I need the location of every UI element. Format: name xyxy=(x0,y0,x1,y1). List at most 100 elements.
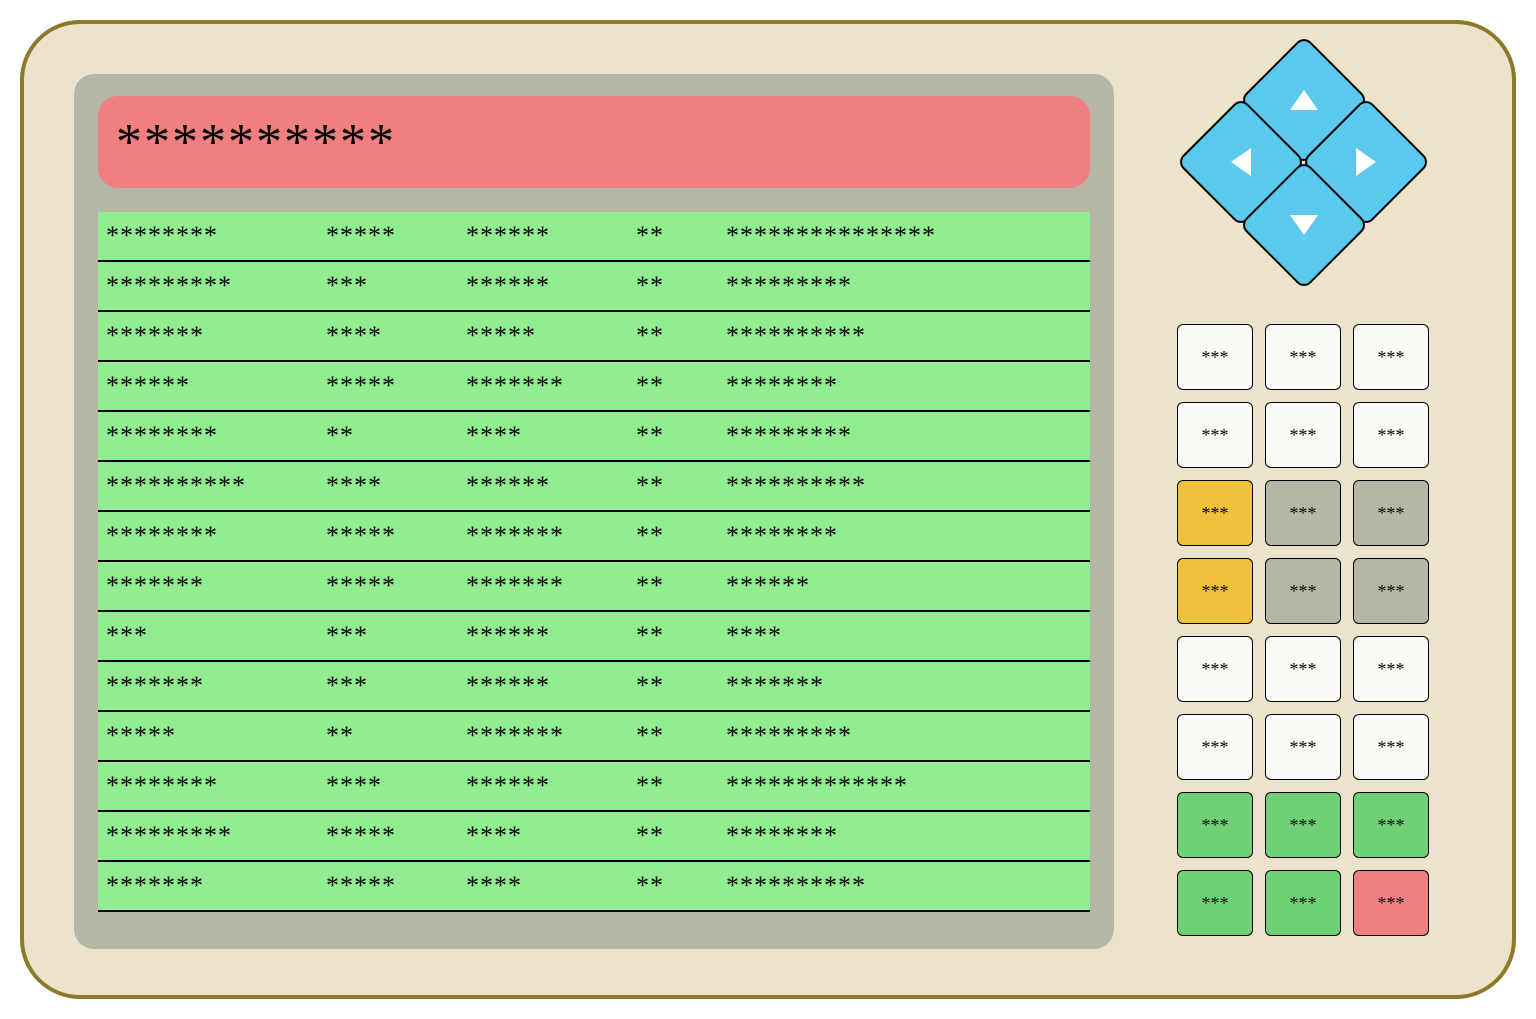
keypad-button[interactable]: *** xyxy=(1353,324,1429,390)
table-cell: **** xyxy=(718,621,1090,651)
keypad-button[interactable]: *** xyxy=(1353,558,1429,624)
table-cell: **** xyxy=(318,321,458,351)
table-cell: ********* xyxy=(98,821,318,851)
keypad-button[interactable]: *** xyxy=(1353,402,1429,468)
table-cell: ** xyxy=(628,821,718,851)
screen: ********** *****************************… xyxy=(74,74,1114,949)
table-cell: ***** xyxy=(318,871,458,901)
keypad-button[interactable]: *** xyxy=(1177,402,1253,468)
table-cell: ** xyxy=(628,571,718,601)
table-cell: ******** xyxy=(98,221,318,251)
side-panel: ****************************************… xyxy=(1144,74,1462,945)
table-cell: **** xyxy=(458,871,628,901)
table-row[interactable]: **************************** xyxy=(98,312,1090,362)
table-cell: ** xyxy=(628,321,718,351)
table-cell: ******* xyxy=(98,871,318,901)
keypad-button[interactable]: *** xyxy=(1265,324,1341,390)
table-cell: *** xyxy=(318,621,458,651)
table-cell: ****** xyxy=(718,571,1090,601)
table-cell: ********* xyxy=(718,721,1090,751)
table-cell: ************* xyxy=(718,771,1090,801)
arrow-up-icon xyxy=(1290,90,1318,110)
table-cell: ****** xyxy=(458,471,628,501)
keypad-button[interactable]: *** xyxy=(1265,402,1341,468)
table-cell: ********** xyxy=(718,471,1090,501)
table-row[interactable]: ************************* xyxy=(98,662,1090,712)
table-cell: ***** xyxy=(318,371,458,401)
keypad-button[interactable]: *** xyxy=(1177,714,1253,780)
table-cell: ******** xyxy=(718,821,1090,851)
table-cell: ****** xyxy=(458,671,628,701)
keypad-button[interactable]: *** xyxy=(1177,480,1253,546)
table-cell: ******* xyxy=(458,721,628,751)
keypad-button[interactable]: *** xyxy=(1265,480,1341,546)
table-cell: ** xyxy=(628,771,718,801)
table-row[interactable]: ************************************ xyxy=(98,212,1090,262)
table-cell: ** xyxy=(628,871,718,901)
table-cell: ** xyxy=(318,721,458,751)
keypad-button[interactable]: *** xyxy=(1265,558,1341,624)
table-cell: ** xyxy=(628,421,718,451)
arrow-right-icon xyxy=(1356,148,1376,176)
title-bar: ********** xyxy=(98,96,1090,188)
table-row[interactable]: ************************* xyxy=(98,712,1090,762)
table-cell: ****** xyxy=(458,271,628,301)
table-cell: ***** xyxy=(318,571,458,601)
keypad-button[interactable]: *** xyxy=(1353,870,1429,936)
table-row[interactable]: **************************** xyxy=(98,862,1090,912)
table-row[interactable]: ********************************* xyxy=(98,762,1090,812)
table-row[interactable]: **************************** xyxy=(98,812,1090,862)
keypad-button[interactable]: *** xyxy=(1177,558,1253,624)
table-cell: ******* xyxy=(458,521,628,551)
table-cell: ** xyxy=(628,471,718,501)
keypad-button[interactable]: *** xyxy=(1177,870,1253,936)
table-row[interactable]: *************************** xyxy=(98,562,1090,612)
table-cell: *** xyxy=(318,671,458,701)
keypad-button[interactable]: *** xyxy=(1353,714,1429,780)
table-cell: ** xyxy=(628,371,718,401)
table-row[interactable]: ******************************** xyxy=(98,462,1090,512)
table-row[interactable]: ****************************** xyxy=(98,512,1090,562)
arrow-down-icon xyxy=(1290,215,1318,235)
table-cell: ******** xyxy=(98,421,318,451)
table-cell: *** xyxy=(318,271,458,301)
device-frame: ********** *****************************… xyxy=(20,20,1516,999)
keypad-button[interactable]: *** xyxy=(1177,792,1253,858)
table-cell: ** xyxy=(628,271,718,301)
table-cell: ***** xyxy=(318,521,458,551)
keypad-button[interactable]: *** xyxy=(1265,636,1341,702)
table-cell: ******* xyxy=(98,321,318,351)
table-cell: ** xyxy=(628,221,718,251)
table-row[interactable]: ****************** xyxy=(98,612,1090,662)
table-cell: ********** xyxy=(718,871,1090,901)
dpad xyxy=(1173,64,1433,294)
keypad-button[interactable]: *** xyxy=(1177,324,1253,390)
table-row[interactable]: ***************************** xyxy=(98,262,1090,312)
table-cell: ******* xyxy=(98,671,318,701)
keypad-button[interactable]: *** xyxy=(1265,792,1341,858)
table-cell: ********** xyxy=(718,321,1090,351)
keypad-button[interactable]: *** xyxy=(1265,714,1341,780)
table-row[interactable]: ************************* xyxy=(98,412,1090,462)
table-cell: ***** xyxy=(318,221,458,251)
table-cell: ******* xyxy=(718,671,1090,701)
table-row[interactable]: **************************** xyxy=(98,362,1090,412)
table-cell: ********* xyxy=(98,271,318,301)
table-cell: ****** xyxy=(458,771,628,801)
keypad-button[interactable]: *** xyxy=(1353,636,1429,702)
table-cell: ****** xyxy=(458,621,628,651)
keypad-button[interactable]: *** xyxy=(1353,792,1429,858)
table-cell: *** xyxy=(98,621,318,651)
table-cell: *************** xyxy=(718,221,1090,251)
table-cell: ******* xyxy=(458,571,628,601)
keypad-button[interactable]: *** xyxy=(1177,636,1253,702)
keypad-button[interactable]: *** xyxy=(1353,480,1429,546)
keypad: ****************************************… xyxy=(1173,324,1433,936)
table-cell: ******* xyxy=(98,571,318,601)
arrow-left-icon xyxy=(1231,148,1251,176)
table-cell: ******** xyxy=(98,771,318,801)
table-cell: ** xyxy=(628,671,718,701)
keypad-button[interactable]: *** xyxy=(1265,870,1341,936)
table-cell: ******** xyxy=(718,371,1090,401)
table-cell: **** xyxy=(318,471,458,501)
